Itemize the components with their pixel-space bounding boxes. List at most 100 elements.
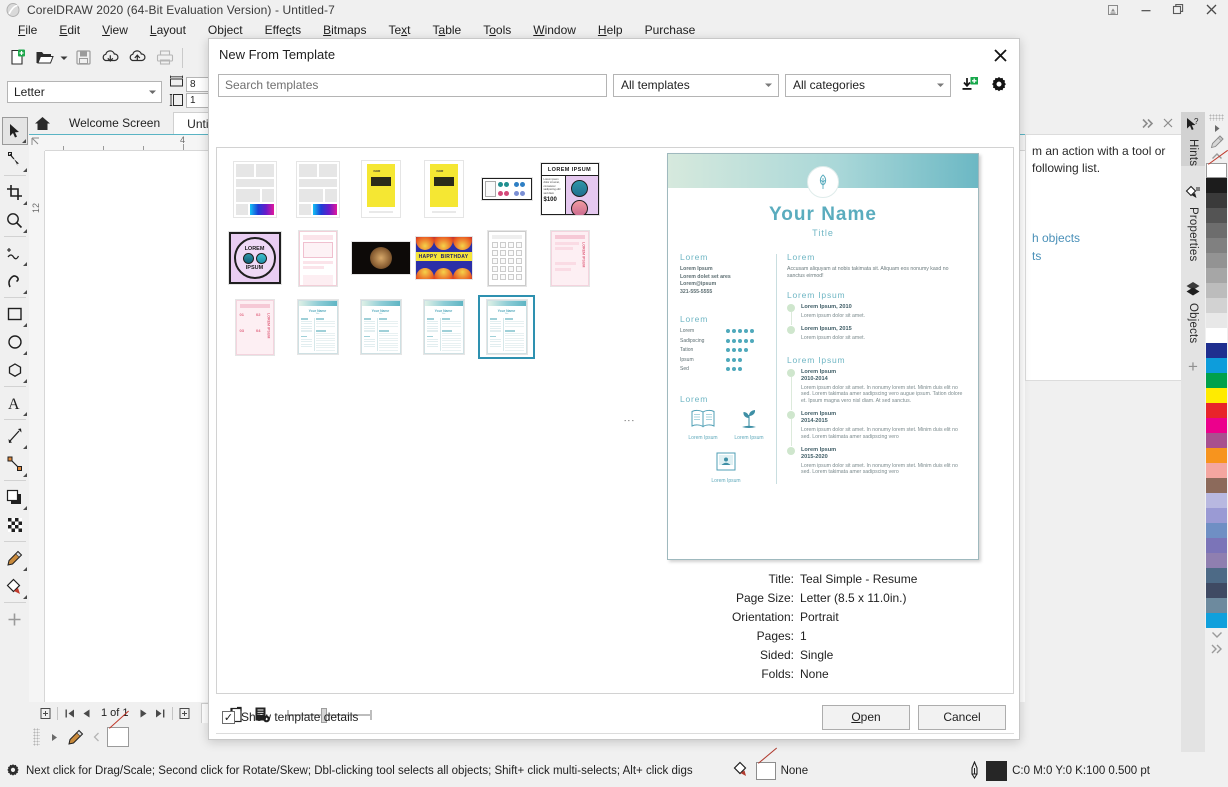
palette-swatch[interactable] (1206, 433, 1227, 448)
add-tool-icon[interactable] (2, 605, 28, 633)
menu-edit[interactable]: Edit (48, 21, 91, 40)
add-docker-icon[interactable]: + (1188, 357, 1198, 377)
template-thumbnail[interactable]: LOREM IPSUM (223, 225, 286, 291)
template-thumbnail[interactable] (475, 156, 538, 222)
palette-swatch[interactable] (1206, 223, 1227, 238)
palette-swatch[interactable] (1206, 298, 1227, 313)
page-size-combo[interactable]: Letter (7, 81, 162, 103)
palette-eyedropper-icon[interactable] (1207, 135, 1227, 149)
palette-swatch[interactable] (1206, 478, 1227, 493)
menu-help[interactable]: Help (587, 21, 634, 40)
palette-swatch[interactable] (1206, 253, 1227, 268)
fill-none-swatch[interactable] (755, 762, 776, 780)
tab-welcome-screen[interactable]: Welcome Screen (56, 112, 173, 134)
palette-swatch[interactable] (1206, 493, 1227, 508)
outline-status[interactable]: C:0 M:0 Y:0 K:100 0.500 pt (968, 760, 1150, 782)
menu-object[interactable]: Object (197, 21, 254, 40)
restore-down-icon[interactable] (1096, 0, 1129, 19)
collapse-left-icon[interactable] (86, 727, 107, 748)
print-icon[interactable] (151, 44, 178, 71)
palette-swatch[interactable] (1206, 388, 1227, 403)
template-thumbnail-grid[interactable]: FAIR FAIR LOREM IPSUM Lorem ipsum dolor sit… (217, 148, 623, 693)
template-thumbnail[interactable] (223, 156, 286, 222)
palette-expand-icon[interactable] (1207, 121, 1227, 135)
close-icon[interactable] (1158, 113, 1178, 133)
docker-tab-objects[interactable]: Objects (1181, 276, 1205, 343)
palette-swatch[interactable] (1206, 358, 1227, 373)
template-thumbnail[interactable]: 01 02 03 04 LOREM IPSUM (223, 294, 286, 360)
search-input[interactable] (218, 73, 607, 97)
outline-color-swatch[interactable] (986, 761, 1008, 781)
palette-swatch[interactable] (1206, 583, 1227, 598)
polygon-tool[interactable] (2, 356, 28, 384)
menu-view[interactable]: View (91, 21, 139, 40)
docker-tab-hints[interactable]: ? Hints (1181, 112, 1205, 167)
palette-swatch[interactable] (1206, 613, 1227, 628)
palette-swatch[interactable] (1206, 463, 1227, 478)
chevron-down-icon[interactable] (931, 82, 950, 88)
artistic-media-tool[interactable] (2, 267, 28, 295)
template-thumbnail[interactable]: HAPPY BIRTHDAY (412, 225, 475, 291)
palette-swatch[interactable] (1206, 568, 1227, 583)
palette-more-icon[interactable] (1207, 642, 1227, 656)
open-document-icon[interactable] (31, 44, 58, 71)
palette-swatch[interactable] (1206, 208, 1227, 223)
last-page-icon[interactable] (152, 704, 169, 722)
template-thumbnail[interactable]: Your Name Title (286, 294, 349, 360)
palette-no-color-swatch[interactable] (1206, 163, 1227, 178)
save-icon[interactable] (70, 44, 97, 71)
palette-swatch[interactable] (1206, 313, 1227, 328)
palette-swatch[interactable] (1206, 418, 1227, 433)
previous-page-icon[interactable] (78, 704, 95, 722)
palette-swatch[interactable] (1206, 448, 1227, 463)
new-document-icon[interactable] (4, 44, 31, 71)
show-template-details-checkbox[interactable]: ✓ Show template details (222, 710, 358, 724)
add-page-before-icon[interactable] (37, 704, 54, 722)
palette-swatch[interactable] (1206, 283, 1227, 298)
cancel-button[interactable]: Cancel (918, 704, 1006, 730)
color-eyedropper-tool[interactable] (2, 544, 28, 572)
maximize-icon[interactable] (1162, 0, 1195, 19)
menu-layout[interactable]: Layout (139, 21, 197, 40)
palette-swatch[interactable] (1206, 523, 1227, 538)
fill-status[interactable]: None (733, 761, 808, 781)
zoom-tool[interactable] (2, 206, 28, 234)
collapse-right-icon[interactable] (1138, 113, 1158, 133)
cloud-upload-icon[interactable] (124, 44, 151, 71)
palette-swatch[interactable] (1206, 343, 1227, 358)
transparency-tool[interactable] (2, 511, 28, 539)
menu-text[interactable]: Text (377, 21, 421, 40)
menu-effects[interactable]: Effects (254, 21, 312, 40)
rectangle-tool[interactable] (2, 300, 28, 328)
menu-tools[interactable]: Tools (472, 21, 522, 40)
palette-swatch[interactable] (1206, 328, 1227, 343)
filter-categories-dropdown[interactable]: All categories (785, 73, 951, 97)
template-thumbnail[interactable] (286, 156, 349, 222)
home-icon[interactable] (29, 112, 56, 134)
toolbar-grip[interactable] (33, 728, 40, 746)
palette-swatch[interactable] (1206, 598, 1227, 613)
crop-tool[interactable] (2, 178, 28, 206)
filter-templates-dropdown[interactable]: All templates (613, 73, 779, 97)
interactive-fill-tool[interactable] (2, 572, 28, 600)
expand-arrow-icon[interactable] (44, 727, 65, 748)
template-thumbnail[interactable] (349, 225, 412, 291)
palette-swatch[interactable] (1206, 553, 1227, 568)
open-button[interactable]: Open (822, 704, 910, 730)
palette-swatch[interactable] (1206, 238, 1227, 253)
template-thumbnail[interactable]: Your Name Title (349, 294, 412, 360)
cloud-download-icon[interactable] (97, 44, 124, 71)
drop-shadow-tool[interactable] (2, 483, 28, 511)
close-icon[interactable] (1195, 0, 1228, 19)
ellipse-tool[interactable] (2, 328, 28, 356)
pick-tool[interactable] (1, 117, 28, 145)
chevron-down-icon[interactable] (759, 82, 778, 88)
palette-swatch[interactable] (1206, 508, 1227, 523)
template-thumbnail[interactable]: FAIR (412, 156, 475, 222)
palette-swatch[interactable] (1206, 193, 1227, 208)
menu-table[interactable]: Table (422, 21, 473, 40)
first-page-icon[interactable] (61, 704, 78, 722)
template-thumbnail[interactable] (475, 225, 538, 291)
vertical-splitter-handle[interactable]: ⋮ (623, 148, 635, 693)
ruler-origin-handle[interactable] (29, 135, 45, 151)
